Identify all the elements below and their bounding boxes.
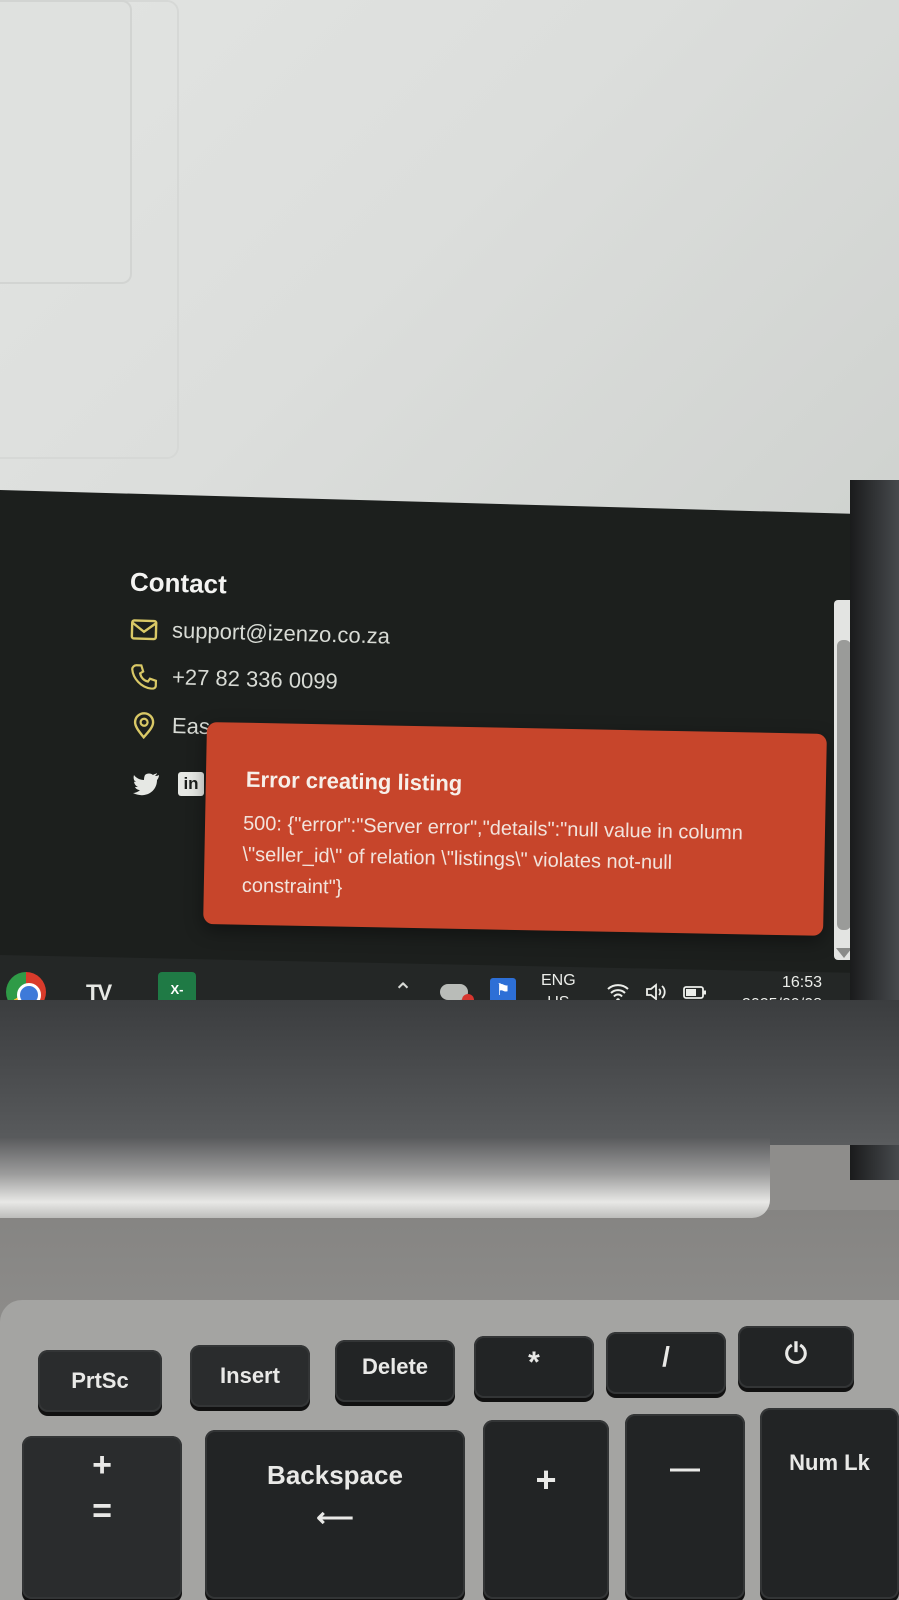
- system-tray: [606, 982, 708, 1002]
- key-prtsc[interactable]: PrtSc: [38, 1350, 162, 1412]
- twitter-icon[interactable]: [132, 772, 160, 796]
- language-line1: ENG: [541, 972, 576, 989]
- key-delete[interactable]: Delete: [335, 1340, 455, 1402]
- toast-title: Error creating listing: [245, 766, 463, 796]
- scrollbar-thumb[interactable]: [837, 640, 851, 930]
- toast-message: 500: {"error":"Server error","details":"…: [241, 812, 744, 899]
- clock-time: 16:53: [781, 974, 822, 991]
- key-equals-label: =: [92, 1492, 112, 1530]
- key-plus-equals[interactable]: + =: [22, 1436, 182, 1599]
- key-numpad-plus[interactable]: +: [483, 1420, 609, 1599]
- onedrive-error-icon[interactable]: [440, 984, 474, 1006]
- key-slash[interactable]: /: [606, 1332, 726, 1394]
- key-backspace[interactable]: Backspace ⟵: [205, 1430, 465, 1599]
- contact-phone[interactable]: +27 82 336 0099: [172, 664, 338, 695]
- key-insert[interactable]: Insert: [190, 1345, 310, 1407]
- phone-icon: [131, 664, 158, 690]
- key-numpad-minus[interactable]: —: [625, 1414, 745, 1599]
- key-power[interactable]: ⏻: [738, 1326, 854, 1388]
- laptop-bezel-bottom: [0, 1000, 899, 1145]
- key-numlock[interactable]: Num Lk: [760, 1408, 899, 1599]
- contact-email-row[interactable]: support@izenzo.co.za: [130, 616, 391, 650]
- volume-icon[interactable]: [644, 982, 668, 1002]
- contact-heading: Contact: [129, 566, 228, 600]
- contact-location-row: Eas: [130, 711, 211, 741]
- wifi-icon[interactable]: [606, 982, 630, 1002]
- battery-icon[interactable]: [682, 982, 708, 1002]
- contact-location: Eas: [171, 713, 211, 740]
- map-pin-icon: [133, 712, 155, 740]
- linkedin-icon[interactable]: in: [178, 772, 204, 796]
- contact-email[interactable]: support@izenzo.co.za: [172, 618, 391, 650]
- key-plus-label: +: [92, 1446, 112, 1484]
- error-toast[interactable]: Error creating listing 500: {"error":"Se…: [203, 722, 827, 936]
- key-asterisk[interactable]: *: [474, 1336, 594, 1398]
- mail-icon: [130, 619, 158, 641]
- key-backspace-label: Backspace: [267, 1460, 403, 1490]
- contact-phone-row[interactable]: +27 82 336 0099: [130, 663, 338, 695]
- social-links: in: [132, 772, 204, 796]
- backspace-arrow-icon: ⟵: [316, 1502, 354, 1532]
- laptop-hinge: [0, 1138, 770, 1218]
